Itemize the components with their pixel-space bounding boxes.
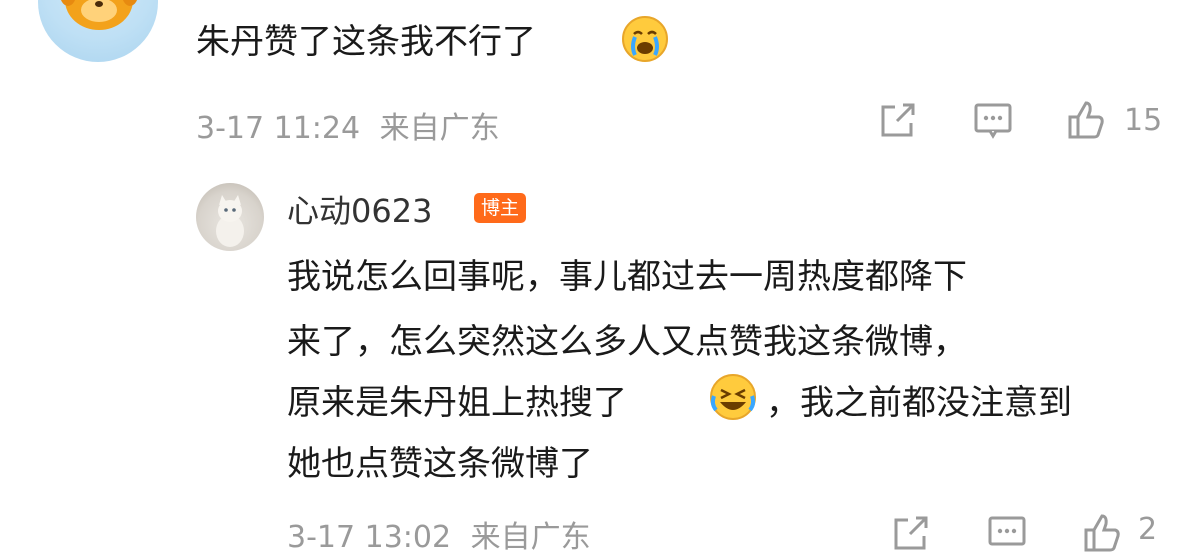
- comment-like-count: 15: [1124, 103, 1163, 138]
- reply-username[interactable]: 心动0623: [287, 186, 432, 232]
- reply-text-line-4: 她也点赞这条微博了: [287, 444, 593, 484]
- thumbs-up-icon[interactable]: [1064, 99, 1106, 141]
- comment-time: 3-17 11:24: [196, 111, 361, 146]
- reply-text-line-3a: 原来是朱丹姐上热搜了: [287, 383, 627, 423]
- comment-icon[interactable]: [972, 99, 1014, 141]
- thumbs-up-icon[interactable]: [1080, 512, 1122, 554]
- reply-text-line-2: 来了，怎么突然这么多人又点赞我这条微博，: [287, 322, 967, 362]
- reply-avatar[interactable]: [196, 183, 264, 251]
- reply-text-line-3b: ，我之前都没注意到: [766, 383, 1072, 423]
- commenter-avatar[interactable]: [38, 0, 158, 62]
- comment-location: 来自广东: [379, 111, 500, 146]
- cat-avatar-image: [216, 195, 244, 247]
- laughing-tears-emoji: [710, 374, 756, 420]
- reply-location: 来自广东: [470, 520, 591, 555]
- reply-meta: 3-17 13:02 来自广东: [287, 512, 591, 556]
- author-badge: 博主: [474, 193, 527, 223]
- comment-meta: 3-17 11:24 来自广东: [196, 103, 500, 147]
- crying-face-emoji: [622, 16, 668, 62]
- comment-icon[interactable]: [986, 512, 1028, 554]
- reply-text-line-1: 我说怎么回事呢，事儿都过去一周热度都降下: [287, 257, 967, 297]
- dog-avatar-image: [60, 0, 138, 30]
- reply-time: 3-17 13:02: [287, 520, 452, 555]
- comment-text: 朱丹赞了这条我不行了: [196, 22, 536, 62]
- share-icon[interactable]: [890, 512, 932, 554]
- share-icon[interactable]: [877, 99, 919, 141]
